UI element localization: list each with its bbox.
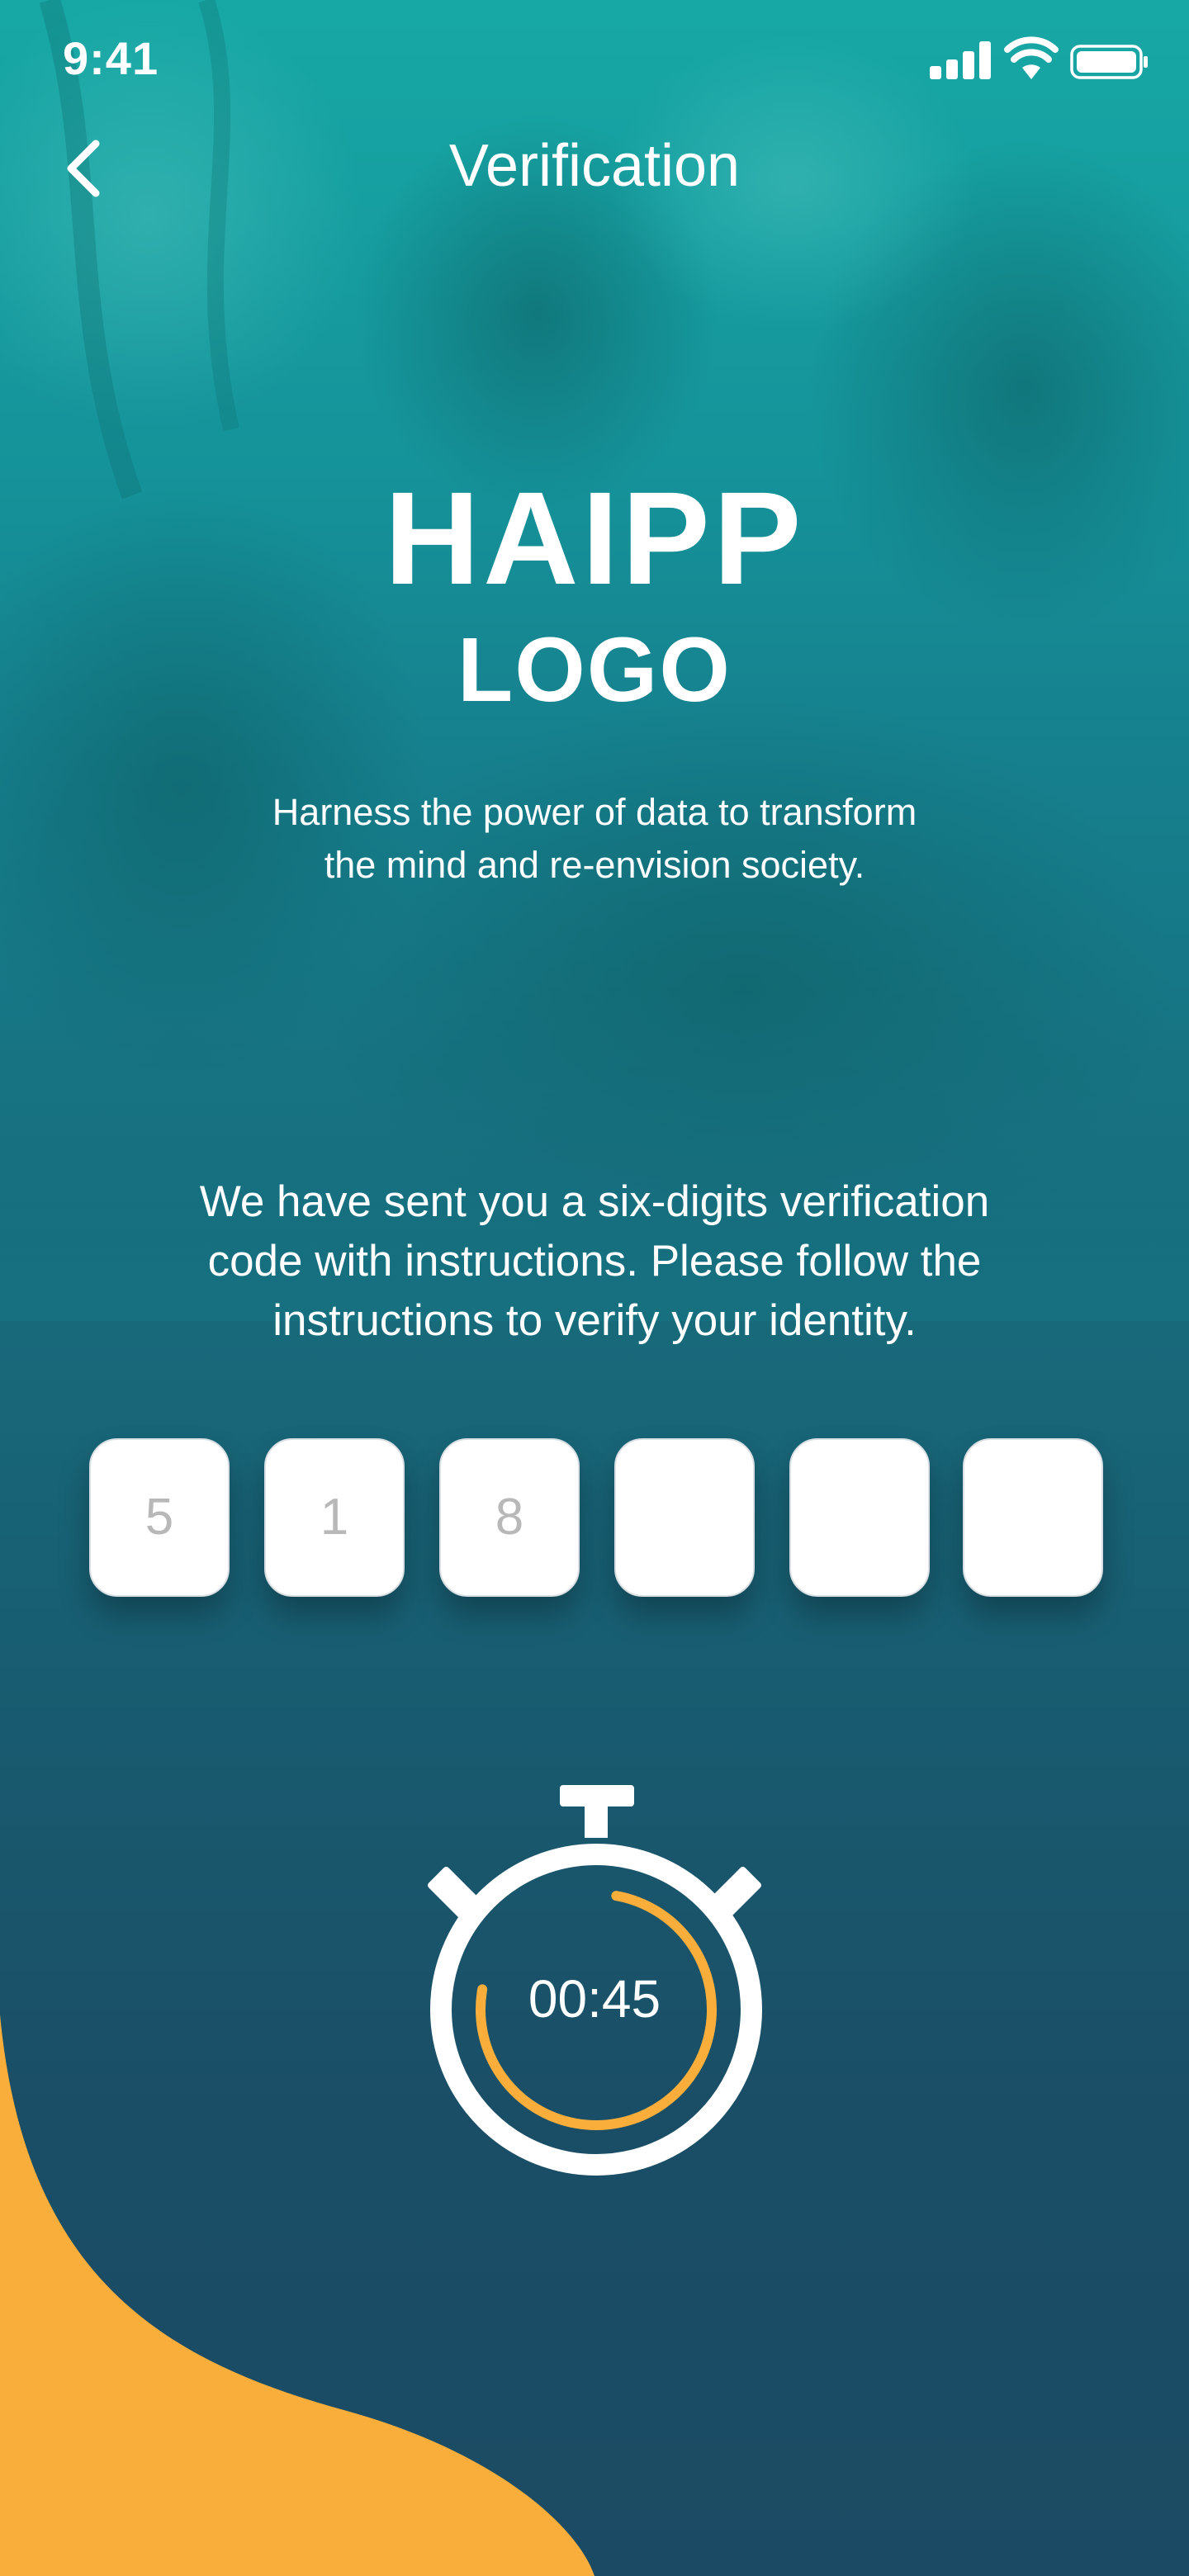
code-digit-1[interactable]: 5 bbox=[89, 1438, 230, 1597]
instructions-line2: code with instructions. Please follow th… bbox=[207, 1237, 982, 1286]
verification-screen: 9:41 Verification HAIPP LOGO Harness the… bbox=[0, 0, 1189, 2576]
tagline: Harness the power of data to transform t… bbox=[149, 786, 1040, 892]
decorative-wave bbox=[0, 2015, 594, 2576]
code-digit-3[interactable]: 8 bbox=[439, 1438, 580, 1597]
tagline-line2: the mind and re-envision society. bbox=[324, 844, 865, 886]
signal-icon bbox=[930, 41, 991, 79]
instructions-line1: We have sent you a six-digits verificati… bbox=[199, 1177, 990, 1226]
status-bar: 9:41 bbox=[0, 0, 1189, 124]
status-time: 9:41 bbox=[63, 32, 159, 84]
code-digit-5[interactable] bbox=[789, 1438, 930, 1597]
tagline-line1: Harness the power of data to transform bbox=[272, 791, 917, 833]
code-digit-4[interactable] bbox=[614, 1438, 755, 1597]
logo-line1: HAIPP bbox=[384, 464, 805, 612]
code-digit-6[interactable] bbox=[963, 1438, 1103, 1597]
battery-icon bbox=[1070, 45, 1148, 79]
logo-line2: LOGO bbox=[457, 619, 732, 721]
verification-code-input: 5 1 8 bbox=[89, 1438, 1103, 1597]
code-digit-2[interactable]: 1 bbox=[264, 1438, 405, 1597]
page-title: Verification bbox=[448, 133, 741, 199]
instructions-line3: instructions to verify your identity. bbox=[272, 1296, 917, 1345]
wifi-icon bbox=[1004, 36, 1059, 79]
instructions-text: We have sent you a six-digits verificati… bbox=[107, 1172, 1082, 1351]
